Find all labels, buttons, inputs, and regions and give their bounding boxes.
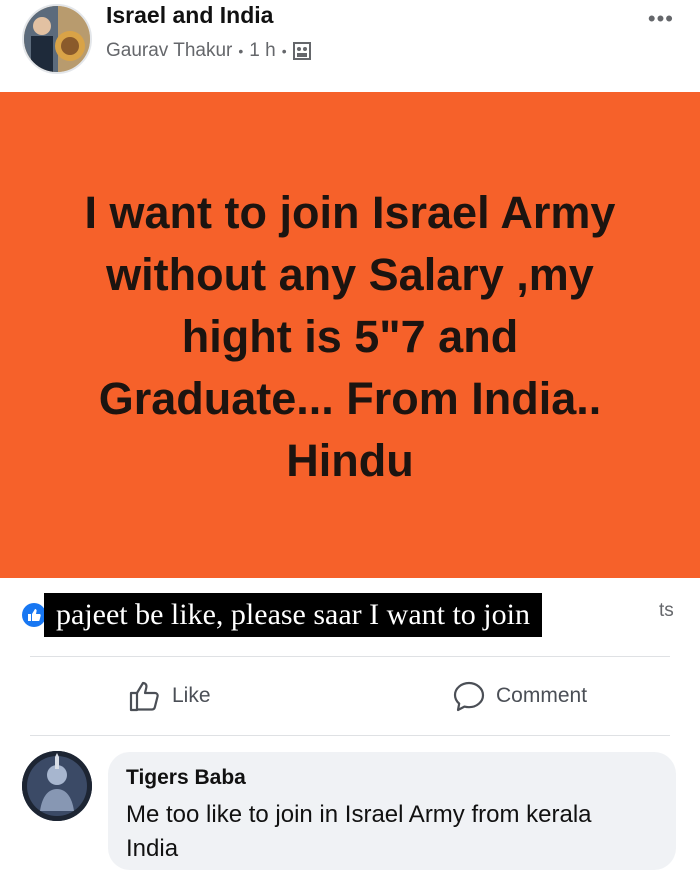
post-text-card: I want to join Israel Army without any S… (0, 92, 700, 578)
shares-count[interactable]: ts (659, 600, 674, 622)
group-avatar[interactable] (22, 4, 92, 74)
comment-bubble: Tigers Baba Me too like to join in Israe… (108, 752, 676, 870)
like-reaction-icon[interactable] (22, 603, 46, 627)
post-text-line: Hindu (286, 435, 414, 486)
group-name[interactable]: Israel and India (106, 2, 273, 29)
meta-separator: • (281, 43, 287, 59)
caption-overlay: pajeet be like, please saar I want to jo… (44, 593, 542, 637)
post-text-line: without any Salary ,my (106, 249, 594, 300)
divider (30, 656, 670, 657)
post-text-line: Graduate... From India.. (98, 373, 602, 424)
comment-button[interactable]: Comment (452, 672, 587, 720)
more-options-icon[interactable]: ••• (648, 6, 674, 32)
commenter-name[interactable]: Tigers Baba (126, 766, 246, 790)
comment-text: Me too like to join in Israel Army from … (126, 801, 592, 862)
author-name[interactable]: Gaurav Thakur (106, 40, 232, 62)
group-privacy-icon (292, 42, 311, 60)
post-text: I want to join Israel Army without any S… (30, 182, 670, 492)
commenter-avatar[interactable] (22, 751, 92, 821)
post-meta: Gaurav Thakur • 1 h • (106, 40, 311, 62)
post-text-line: hight is 5"7 and (181, 311, 519, 362)
commenter-avatar-image (22, 751, 92, 821)
post-header: Israel and India Gaurav Thakur • 1 h • •… (0, 0, 700, 92)
group-avatar-image (24, 6, 90, 72)
comment-bubble-icon (452, 679, 486, 713)
like-button[interactable]: Like (128, 672, 211, 720)
post-text-line: I want to join Israel Army (84, 187, 616, 238)
comment-label: Comment (496, 684, 588, 707)
thumbs-up-icon (128, 679, 162, 713)
like-label: Like (172, 684, 211, 707)
meta-separator: • (238, 43, 244, 59)
post-time[interactable]: 1 h (249, 40, 275, 62)
reactions-bar: pajeet be like, please saar I want to jo… (0, 592, 700, 640)
divider (30, 735, 670, 736)
